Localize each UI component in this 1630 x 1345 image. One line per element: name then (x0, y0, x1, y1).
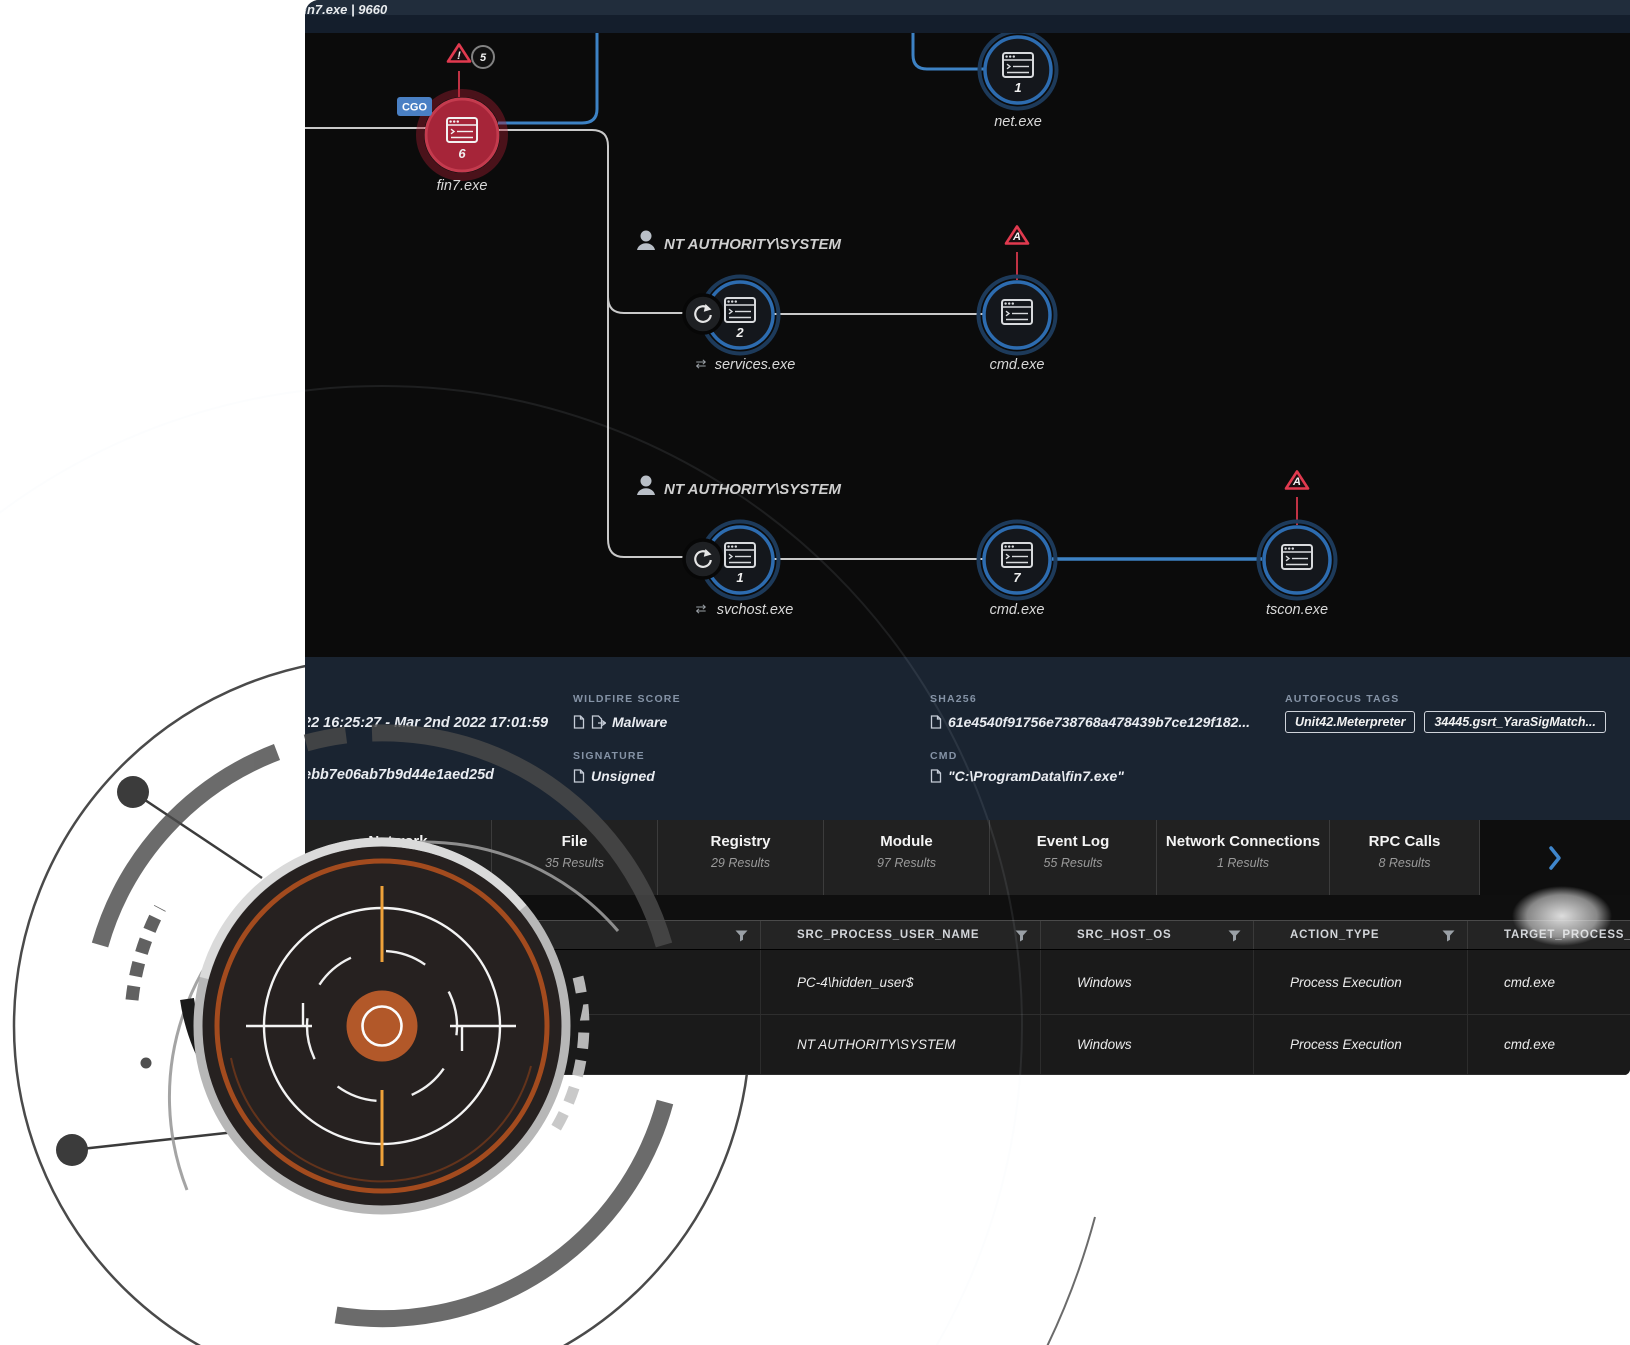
table-row[interactable]: PC-4\hidden_user$ Windows Process Execut… (305, 950, 1630, 1015)
sha256-label: SHA256 (930, 693, 977, 705)
document-icon (573, 715, 585, 729)
svg-text:CGO: CGO (402, 102, 428, 114)
process-node-cmd2[interactable]: 7 (979, 522, 1056, 599)
tab-registry[interactable]: Registry 29 Results (658, 820, 824, 895)
process-node-cmd1[interactable] (979, 277, 1056, 354)
alert-triangle-icon[interactable]: ! 5 (448, 45, 494, 69)
process-details-panel: 22 16:25:27 - Mar 2nd 2022 17:01:59 ebb7… (305, 657, 1630, 820)
injection-icon (684, 540, 722, 578)
svg-text:5: 5 (480, 52, 487, 64)
user-icon (641, 231, 652, 242)
tab-file[interactable]: File 35 Results (492, 820, 658, 895)
swap-icon: ⇄ (696, 601, 707, 616)
user-context: NT AUTHORITY\SYSTEM (637, 476, 841, 499)
injection-icon (684, 295, 722, 333)
sha256-value: 61e4540f91756e738768a478439b7ce129f182..… (930, 714, 1250, 730)
table-row[interactable]: NT AUTHORITY\SYSTEM Windows Process Exec… (305, 1015, 1630, 1075)
filter-icon[interactable] (735, 930, 748, 942)
window-title-bar: fin7.exe | 9660 (305, 0, 1630, 33)
document-icon (930, 715, 942, 729)
callout-dot (117, 776, 149, 808)
svg-text:!: ! (457, 50, 461, 62)
node-label: cmd.exe (990, 602, 1045, 618)
process-node-svchost[interactable]: 1 (684, 522, 779, 599)
user-icon (637, 488, 655, 495)
causality-view-window: fin7.exe | 9660 (305, 0, 1630, 1075)
filter-icon[interactable] (1015, 930, 1028, 942)
document-icon (930, 769, 942, 783)
process-node-net[interactable]: 1 (980, 33, 1057, 109)
filter-icon[interactable] (1442, 930, 1455, 942)
svg-text:NT AUTHORITY\SYSTEM: NT AUTHORITY\SYSTEM (664, 236, 841, 253)
target-orange-echo (231, 1058, 531, 1181)
autofocus-tags: Unit42.Meterpreter 34445.gsrt_YaraSigMat… (1285, 711, 1629, 733)
tick-dashes-left (132, 908, 160, 1000)
node-label: fin7.exe (437, 178, 488, 194)
process-node-tscon[interactable] (1259, 522, 1336, 599)
svg-text:7: 7 (1013, 570, 1021, 585)
cmd-value: "C:\ProgramData\fin7.exe" (930, 768, 1124, 784)
callout-dot (56, 1134, 88, 1166)
user-icon (637, 243, 655, 250)
table-toolbar (305, 895, 1630, 920)
user-icon (641, 476, 652, 487)
column-header[interactable]: SRC_HOST_OS (1040, 921, 1253, 949)
wildfire-score-value: Malware (573, 714, 667, 730)
node-label: cmd.exe (990, 357, 1045, 373)
report-export-icon (591, 715, 606, 729)
swap-icon: ⇄ (696, 356, 707, 371)
more-tabs-button[interactable] (1480, 820, 1630, 895)
far-outer-arc (573, 1217, 1095, 1345)
autofocus-tag[interactable]: Unit42.Meterpreter (1285, 711, 1415, 733)
cmd-label: CMD (930, 750, 958, 762)
alert-triangle-icon[interactable]: A (1286, 472, 1308, 489)
column-header[interactable] (305, 921, 760, 949)
autofocus-tag[interactable]: 34445.gsrt_YaraSigMatch... (1424, 711, 1605, 733)
svg-text:2: 2 (735, 325, 744, 340)
table-header-row: SRC_PROCESS_USER_NAME SRC_HOST_OS ACTION… (305, 920, 1630, 950)
signature-value: Unsigned (573, 768, 655, 784)
svg-text:6: 6 (458, 146, 466, 161)
tab-event-log[interactable]: Event Log 55 Results (990, 820, 1157, 895)
filter-icon[interactable] (1228, 930, 1241, 942)
column-header[interactable]: TARGET_PROCESS_NAME (1467, 921, 1630, 949)
svg-text:A: A (1292, 476, 1301, 488)
node-label: net.exe (994, 114, 1042, 130)
wildfire-score-label: WILDFIRE SCORE (573, 693, 681, 705)
column-header[interactable]: SRC_PROCESS_USER_NAME (760, 921, 1040, 949)
alert-triangle-icon[interactable]: A (1006, 227, 1028, 244)
process-node-fin7[interactable]: 6 CGO (397, 93, 504, 177)
callout-lines (72, 792, 262, 1150)
autofocus-tags-label: AUTOFOCUS TAGS (1285, 693, 1399, 705)
svg-text:A: A (1012, 231, 1021, 243)
tab-rpc-calls[interactable]: RPC Calls 8 Results (1330, 820, 1480, 895)
svg-text:1: 1 (736, 570, 743, 585)
file-hash: ebb7e06ab7b9d44e1aed25d (308, 766, 570, 784)
tab-module[interactable]: Module 97 Results (824, 820, 990, 895)
tab-network[interactable]: Network (305, 820, 492, 895)
process-node-services[interactable]: 2 (684, 277, 779, 354)
ring-dot (141, 1058, 152, 1069)
svg-text:NT AUTHORITY\SYSTEM: NT AUTHORITY\SYSTEM (664, 481, 841, 498)
timestamp-range: 22 16:25:27 - Mar 2nd 2022 17:01:59 (308, 714, 570, 732)
svg-text:1: 1 (1014, 80, 1021, 95)
user-context: NT AUTHORITY\SYSTEM (637, 231, 841, 254)
chevron-right-icon (1547, 844, 1563, 872)
signature-label: SIGNATURE (573, 750, 645, 762)
node-label: svchost.exe (717, 602, 794, 618)
process-graph: ! 5 6 CGO fin7.exe (305, 33, 1630, 657)
node-label: tscon.exe (1266, 602, 1328, 618)
document-icon (573, 769, 585, 783)
results-tab-bar: Network File 35 Results Registry 29 Resu… (305, 820, 1630, 895)
tab-network-connections[interactable]: Network Connections 1 Results (1157, 820, 1330, 895)
node-label: services.exe (715, 357, 796, 373)
column-header[interactable]: ACTION_TYPE (1253, 921, 1467, 949)
window-title: fin7.exe | 9660 (305, 1, 605, 19)
